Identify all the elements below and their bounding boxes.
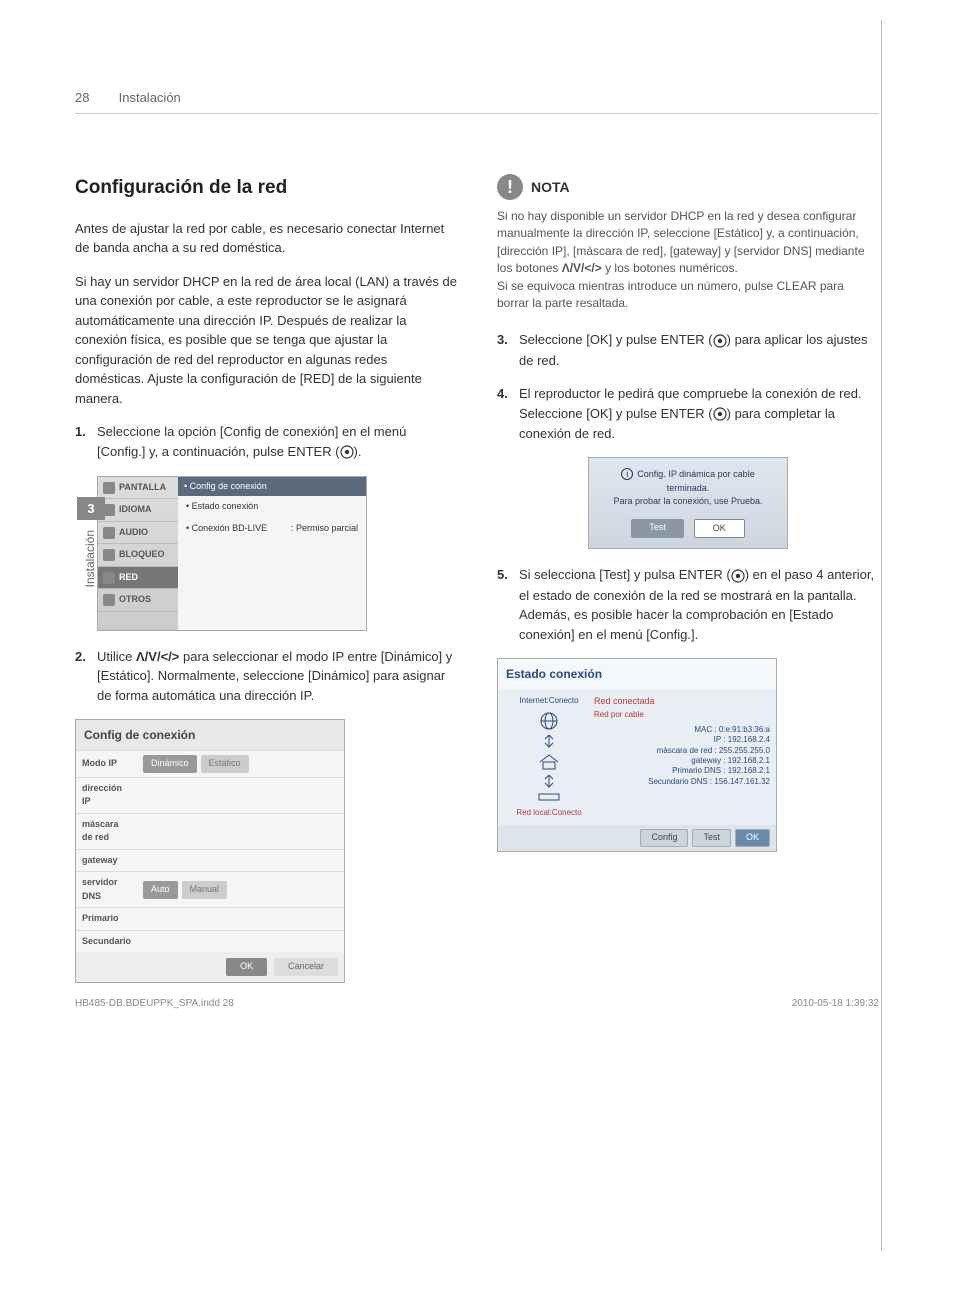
dns-auto-button[interactable]: Auto	[143, 881, 178, 899]
internet-status: Internet:Conecto	[504, 695, 594, 707]
step-3: 3. Seleccione [OK] y pulse ENTER () para…	[497, 330, 879, 370]
menu-item-pantalla[interactable]: PANTALLA	[98, 477, 178, 500]
network-connected-label: Red conectada	[594, 695, 770, 709]
panel-row-estado[interactable]: • Estado conexión	[186, 500, 258, 514]
dialog-title: Estado conexión	[498, 659, 776, 689]
info-icon: i	[621, 468, 633, 480]
dns1-value: Primario DNS : 192.168.2.1	[594, 766, 770, 776]
step-1: 1. Seleccione la opción [Config de conex…	[75, 422, 457, 462]
menu-item-audio[interactable]: AUDIO	[98, 522, 178, 545]
enter-icon	[713, 404, 727, 424]
screenshot-popup: iConfig. IP dinámica por cable terminada…	[588, 457, 788, 549]
config-button[interactable]: Config	[640, 829, 688, 847]
network-type-label: Red por cable	[594, 709, 770, 721]
page: 28 Instalación 3 Instalación Configuraci…	[0, 0, 954, 1039]
local-status: Red local:Conecto	[504, 807, 594, 819]
note-title: NOTA	[531, 177, 570, 198]
display-icon	[103, 482, 115, 494]
section-title: Configuración de la red	[75, 174, 457, 203]
arrow-icon	[504, 735, 594, 749]
step-4: 4. El reproductor le pedirá que comprueb…	[497, 384, 879, 443]
menu-item-otros[interactable]: OTROS	[98, 589, 178, 612]
nav-keys-icon: Λ/V/</>	[562, 261, 602, 275]
page-number: 28	[75, 90, 115, 105]
step-number: 3.	[497, 330, 519, 370]
menu-item-bloqueo[interactable]: BLOQUEO	[98, 544, 178, 567]
panel-title[interactable]: • Config de conexión	[178, 477, 366, 497]
step-5: 5. Si selecciona [Test] y pulsa ENTER ()…	[497, 565, 879, 644]
panel-row-bdlive[interactable]: • Conexión BD-LIVE	[186, 522, 267, 536]
gateway-value: gateway : 192.168.2.1	[594, 756, 770, 766]
mode-estatico-button[interactable]: Estático	[201, 755, 249, 773]
footer-file: HB485-DB.BDEUPPK_SPA.indd 28	[75, 998, 234, 1009]
device-icon	[504, 793, 594, 803]
ok-button[interactable]: OK	[694, 519, 745, 539]
globe-icon	[504, 711, 594, 731]
step-number: 1.	[75, 422, 97, 462]
enter-icon	[731, 566, 745, 586]
enter-icon	[340, 442, 354, 462]
right-column: ! NOTA Si no hay disponible un servidor …	[497, 174, 879, 999]
page-header: 28 Instalación	[75, 90, 879, 114]
footer-timestamp: 2010-05-18 1:39:32	[792, 998, 879, 1009]
left-column: Configuración de la red Antes de ajustar…	[75, 174, 457, 999]
side-tab-label: Instalación	[77, 520, 103, 597]
section-name: Instalación	[119, 90, 181, 105]
test-button[interactable]: Test	[692, 829, 731, 847]
step-number: 4.	[497, 384, 519, 443]
house-icon	[504, 753, 594, 771]
arrow-icon	[504, 775, 594, 789]
intro-paragraph-1: Antes de ajustar la red por cable, es ne…	[75, 219, 457, 258]
cancel-button[interactable]: Cancelar	[274, 958, 338, 976]
menu-item-idioma[interactable]: IDIOMA	[98, 499, 178, 522]
test-button[interactable]: Test	[631, 519, 684, 539]
ok-button[interactable]: OK	[226, 958, 267, 976]
screenshot-estado-conexion: Estado conexión Internet:Conecto Red loc…	[497, 658, 777, 852]
intro-paragraph-2: Si hay un servidor DHCP en la red de áre…	[75, 272, 457, 409]
step-2: 2. Utilice Λ/V/</> para seleccionar el m…	[75, 647, 457, 706]
mask-value: máscara de red : 255.255.255.0	[594, 746, 770, 756]
enter-icon	[713, 331, 727, 351]
ok-button[interactable]: OK	[735, 829, 770, 847]
page-footer: HB485-DB.BDEUPPK_SPA.indd 28 2010-05-18 …	[75, 998, 879, 1009]
dns-manual-button[interactable]: Manual	[182, 881, 228, 899]
step-number: 5.	[497, 565, 519, 644]
side-tab: 3 Instalación	[77, 497, 105, 597]
chapter-number: 3	[77, 497, 105, 520]
alert-icon: !	[497, 174, 523, 200]
dialog-title: Config de conexión	[76, 720, 344, 750]
mode-dinamico-button[interactable]: Dinámico	[143, 755, 197, 773]
step-number: 2.	[75, 647, 97, 706]
dns2-value: Secundario DNS : 156.147.161.32	[594, 777, 770, 787]
menu-item-red[interactable]: RED	[98, 567, 178, 590]
mac-value: MAC : 0:e:91:b3:36:a	[594, 725, 770, 735]
nav-keys-icon: Λ/V/</>	[136, 649, 179, 664]
ip-value: IP : 192.168.2.4	[594, 735, 770, 745]
screenshot-settings-menu: PANTALLA IDIOMA AUDIO BLOQUEO RED OTROS …	[97, 476, 367, 631]
screenshot-config-conexion: Config de conexión Modo IP DinámicoEstát…	[75, 719, 345, 983]
note-box: ! NOTA Si no hay disponible un servidor …	[497, 174, 879, 312]
